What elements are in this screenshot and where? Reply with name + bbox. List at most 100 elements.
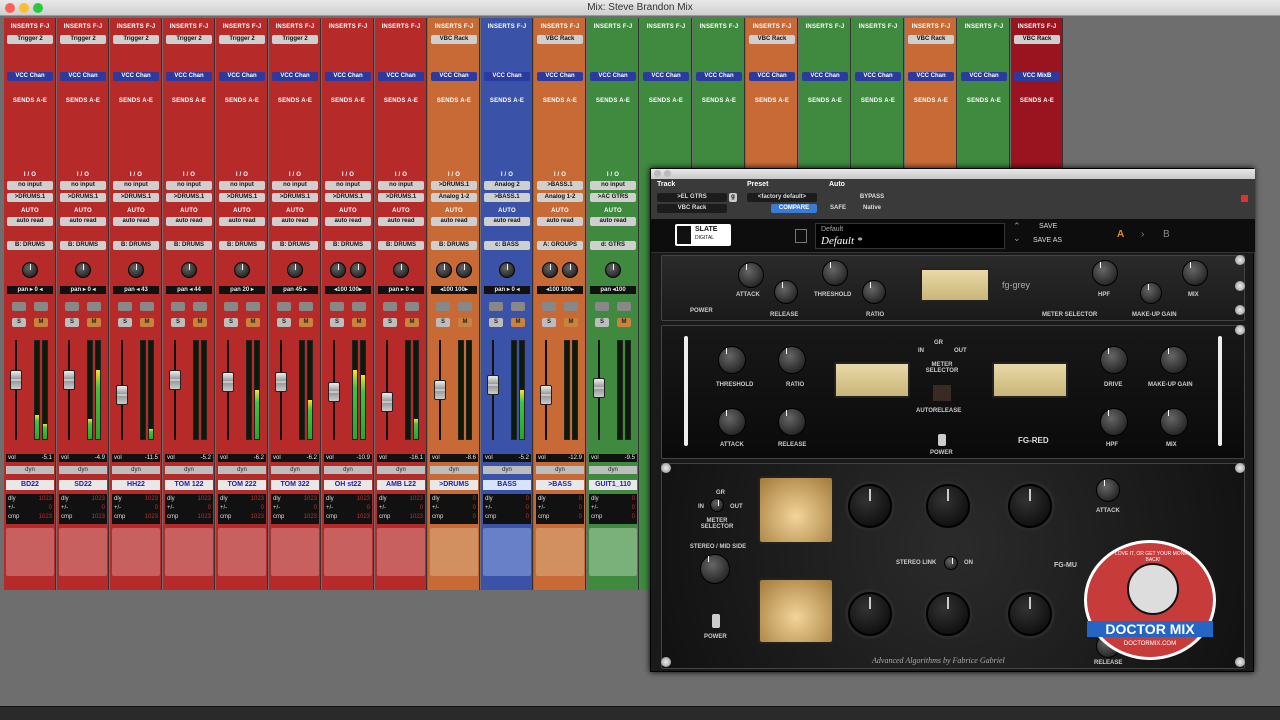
save-button[interactable]: SAVE [1039, 223, 1057, 230]
dyn-button[interactable]: dyn [589, 466, 637, 474]
insert-slot-vcc[interactable]: VCC Chan [325, 72, 371, 81]
mute-button[interactable]: M [87, 318, 101, 327]
pan-knob[interactable] [22, 262, 38, 278]
pan-knob[interactable] [287, 262, 303, 278]
mute-button[interactable]: M [617, 318, 631, 327]
insert-slot-vcc[interactable]: VCC Chan [961, 72, 1007, 81]
volume-fader[interactable] [169, 370, 181, 390]
volume-fader[interactable] [328, 382, 340, 402]
track-selector[interactable]: >EL GTRS [657, 193, 727, 202]
solo-button[interactable]: S [489, 318, 503, 327]
group-selector[interactable]: c: BASS [484, 241, 530, 250]
output-selector[interactable]: >DRUMS.1 [219, 193, 265, 202]
volume-fader[interactable] [10, 370, 22, 390]
ratio-knob[interactable] [862, 280, 886, 304]
record-button[interactable] [87, 302, 101, 311]
output-selector[interactable]: >DRUMS.1 [325, 193, 371, 202]
output-selector[interactable]: >DRUMS.1 [378, 193, 424, 202]
insert-slot-vcc[interactable]: VCC Chan [431, 72, 477, 81]
volume-fader[interactable] [275, 372, 287, 392]
pan-knob[interactable] [499, 262, 515, 278]
stereo-mid-side-knob[interactable] [700, 554, 730, 584]
attack-knob[interactable] [738, 262, 764, 288]
dyn-button[interactable]: dyn [6, 466, 54, 474]
group-selector[interactable]: B: DRUMS [378, 241, 424, 250]
output-selector[interactable]: >DRUMS.1 [272, 193, 318, 202]
comments-box[interactable] [59, 528, 107, 576]
volume-fader[interactable] [381, 392, 393, 412]
insert-slot-vcc[interactable]: VCC Chan [855, 72, 901, 81]
threshold-knob[interactable] [822, 260, 848, 286]
automation-mode[interactable]: auto read [166, 217, 212, 226]
comments-box[interactable] [483, 528, 531, 576]
input-selector[interactable]: no input [60, 181, 106, 190]
mute-button[interactable]: M [246, 318, 260, 327]
track-name[interactable]: GUIT1_110 [589, 480, 637, 490]
input-monitor-button[interactable] [171, 302, 185, 311]
output-selector[interactable]: >DRUMS.1 [166, 193, 212, 202]
track-name[interactable]: TOM 122 [165, 480, 213, 490]
insert-slot-vcc[interactable]: VCC Chan [113, 72, 159, 81]
solo-button[interactable]: S [171, 318, 185, 327]
save-as-button[interactable]: SAVE AS [1033, 237, 1062, 244]
red-power-switch[interactable] [938, 434, 946, 446]
safe-button[interactable]: SAFE [825, 204, 851, 213]
red-ratio-knob[interactable] [778, 346, 806, 374]
input-monitor-button[interactable] [542, 302, 556, 311]
track-name[interactable]: SD22 [59, 480, 107, 490]
insert-slot-vcc[interactable]: VCC Chan [749, 72, 795, 81]
grey-hpf-knob[interactable] [1092, 260, 1118, 286]
comments-box[interactable] [112, 528, 160, 576]
mu-attack-knob[interactable] [1096, 478, 1120, 502]
pan-knob[interactable] [234, 262, 250, 278]
input-selector[interactable]: no input [272, 181, 318, 190]
pan-knob[interactable] [393, 262, 409, 278]
mu-input-knob-bottom[interactable] [848, 592, 892, 636]
track-name[interactable]: AMB L22 [377, 480, 425, 490]
dyn-button[interactable]: dyn [218, 466, 266, 474]
comments-box[interactable] [165, 528, 213, 576]
insert-slot-vcc[interactable]: VCC Chan [484, 72, 530, 81]
input-monitor-button[interactable] [489, 302, 503, 311]
group-selector[interactable]: B: DRUMS [166, 241, 212, 250]
insert-slot-vcc[interactable]: VCC MixB [1014, 72, 1060, 81]
comments-box[interactable] [377, 528, 425, 576]
group-selector[interactable]: B: DRUMS [325, 241, 371, 250]
preset-b-button[interactable]: B [1163, 229, 1170, 240]
insert-selector[interactable]: VBC Rack [657, 204, 727, 213]
group-selector[interactable]: B: DRUMS [272, 241, 318, 250]
volume-fader[interactable] [63, 370, 75, 390]
input-selector[interactable]: >DRUMS.1 [431, 181, 477, 190]
red-drive-knob[interactable] [1100, 346, 1128, 374]
record-button[interactable] [352, 302, 366, 311]
insert-slot[interactable]: Trigger 2 [272, 35, 318, 44]
track-name[interactable]: TOM 322 [271, 480, 319, 490]
dyn-button[interactable]: dyn [165, 466, 213, 474]
group-selector[interactable]: B: DRUMS [219, 241, 265, 250]
dyn-button[interactable]: dyn [271, 466, 319, 474]
group-selector[interactable]: B: DRUMS [60, 241, 106, 250]
input-monitor-button[interactable] [12, 302, 26, 311]
volume-fader[interactable] [593, 378, 605, 398]
solo-button[interactable]: S [277, 318, 291, 327]
comments-box[interactable] [430, 528, 478, 576]
chevron-down-icon[interactable]: ⌄ [1013, 233, 1021, 244]
record-button[interactable] [299, 302, 313, 311]
insert-slot-vcc[interactable]: VCC Chan [590, 72, 636, 81]
output-selector[interactable]: >DRUMS.1 [60, 193, 106, 202]
preset-a-button[interactable]: A [1117, 229, 1124, 240]
input-monitor-button[interactable] [65, 302, 79, 311]
input-monitor-button[interactable] [277, 302, 291, 311]
record-button[interactable] [193, 302, 207, 311]
grey-mix-knob[interactable] [1182, 260, 1208, 286]
red-threshold-knob[interactable] [718, 346, 746, 374]
input-selector[interactable]: no input [325, 181, 371, 190]
chevron-up-icon[interactable]: ⌃ [1013, 221, 1021, 232]
comments-box[interactable] [589, 528, 637, 576]
insert-slot-vcc[interactable]: VCC Chan [802, 72, 848, 81]
input-selector[interactable]: >BASS.1 [537, 181, 583, 190]
insert-slot-vcc[interactable]: VCC Chan [908, 72, 954, 81]
insert-slot[interactable]: Trigger 2 [166, 35, 212, 44]
automation-mode[interactable]: auto read [590, 217, 636, 226]
dyn-button[interactable]: dyn [377, 466, 425, 474]
